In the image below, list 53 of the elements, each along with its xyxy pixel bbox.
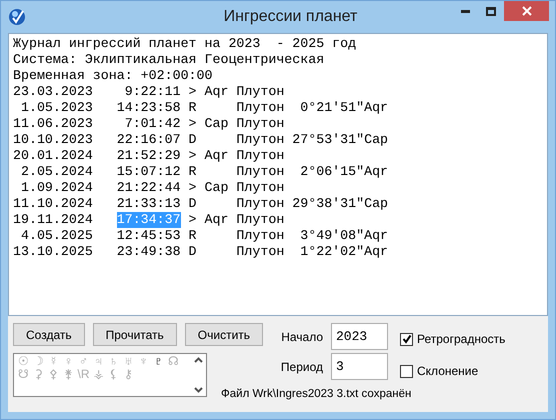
log-line: 1.09.2024 21:22:44 > Cap Плутон <box>20 180 284 196</box>
planet-symbol[interactable]: ⚸ <box>106 368 121 381</box>
planet-symbol[interactable]: ♆ <box>136 355 151 368</box>
action-button[interactable]: Создать <box>13 323 85 346</box>
planet-symbol[interactable]: ♀ <box>61 355 76 368</box>
number-field[interactable]: 2023 <box>331 323 388 350</box>
planet-symbol[interactable]: ☽ <box>31 355 46 368</box>
checkbox[interactable] <box>400 332 413 346</box>
checkbox-label: Склонение <box>417 363 478 380</box>
checkbox-label: Ретроградность <box>417 331 506 348</box>
log-line: 11.06.2023 7:01:42 > Cap Плутон <box>13 116 284 132</box>
planet-symbol[interactable]: ♄ <box>106 355 121 368</box>
planet-symbol[interactable]: ⚴ <box>46 368 61 381</box>
planet-symbol[interactable]: ♂ <box>76 355 91 368</box>
planet-symbol[interactable]: ♅ <box>121 355 136 368</box>
selected-text: 17:34:37 <box>116 212 181 228</box>
number-field[interactable]: 3 <box>331 353 388 380</box>
field-label: Начало <box>280 328 324 346</box>
planet-symbol[interactable]: ♃ <box>91 355 106 368</box>
planet-list[interactable]: ☉ ☽ ☿ ♀ ♂ ♃ ♄ ♅ ♆ ♇ ☊ ☋ ⚳ ⚴ ⚵ \R ⚶ ⚸ ⚷ <box>13 353 207 397</box>
log-line: 2.05.2024 15:07:12 R Плутон 2°06'15"Aqr <box>20 164 388 180</box>
planet-symbol[interactable]: ☿ <box>46 355 61 368</box>
log-line: 4.05.2025 12:45:53 R Плутон 3°49'08"Aqr <box>20 228 388 244</box>
planet-symbol[interactable]: ☊ <box>166 355 181 368</box>
planet-symbol[interactable]: ⚷ <box>121 368 136 381</box>
action-button[interactable]: Очистить <box>184 323 264 346</box>
log-line: Временная зона: +02:00:00 <box>13 68 212 84</box>
planet-symbol[interactable]: ⚳ <box>31 368 46 381</box>
log-line: Система: Эклиптикальная Геоцентрическая <box>13 52 324 68</box>
planet-symbol[interactable]: ⚶ <box>91 368 106 381</box>
status-text: Файл Wrk\Ingres2023 3.txt сохранён <box>221 387 412 402</box>
log-line: 23.03.2023 9:22:11 > Aqr Плутон <box>13 84 284 100</box>
log-line: 1.05.2023 14:23:58 R Плутон 0°21'51"Aqr <box>20 100 388 116</box>
planet-symbol[interactable]: ☉ <box>16 355 31 368</box>
close-button[interactable] <box>504 1 549 21</box>
checkbox[interactable] <box>400 364 413 378</box>
app-icon <box>8 8 26 26</box>
log-line: > Aqr Плутон <box>188 212 284 228</box>
log-text-area[interactable] <box>8 33 548 316</box>
planet-symbol[interactable]: ☋ <box>16 368 31 381</box>
planet-symbol[interactable]: ♇ <box>151 355 166 368</box>
log-line: 13.10.2025 23:49:38 D Плутон 1°22'02"Aqr <box>13 244 388 260</box>
log-line: 19.11.2024 <box>13 212 94 228</box>
window-title: Ингрессии планет <box>224 8 358 25</box>
action-button[interactable]: Прочитать <box>92 323 177 346</box>
field-label: Период <box>280 358 324 376</box>
planet-symbol[interactable]: \R <box>76 368 91 381</box>
log-line: Журнал ингрессий планет на 2023 - 2025 год <box>13 36 356 52</box>
log-line: 10.10.2023 22:16:07 D Плутон 27°53'31"Cap <box>13 132 388 148</box>
log-line: 20.01.2024 21:52:29 > Aqr Плутон <box>13 148 284 164</box>
log-line: 11.10.2024 21:33:13 D Плутон 29°38'31"Cap <box>13 196 388 212</box>
planet-symbol[interactable]: ⚵ <box>61 368 76 381</box>
close-icon <box>522 6 532 16</box>
